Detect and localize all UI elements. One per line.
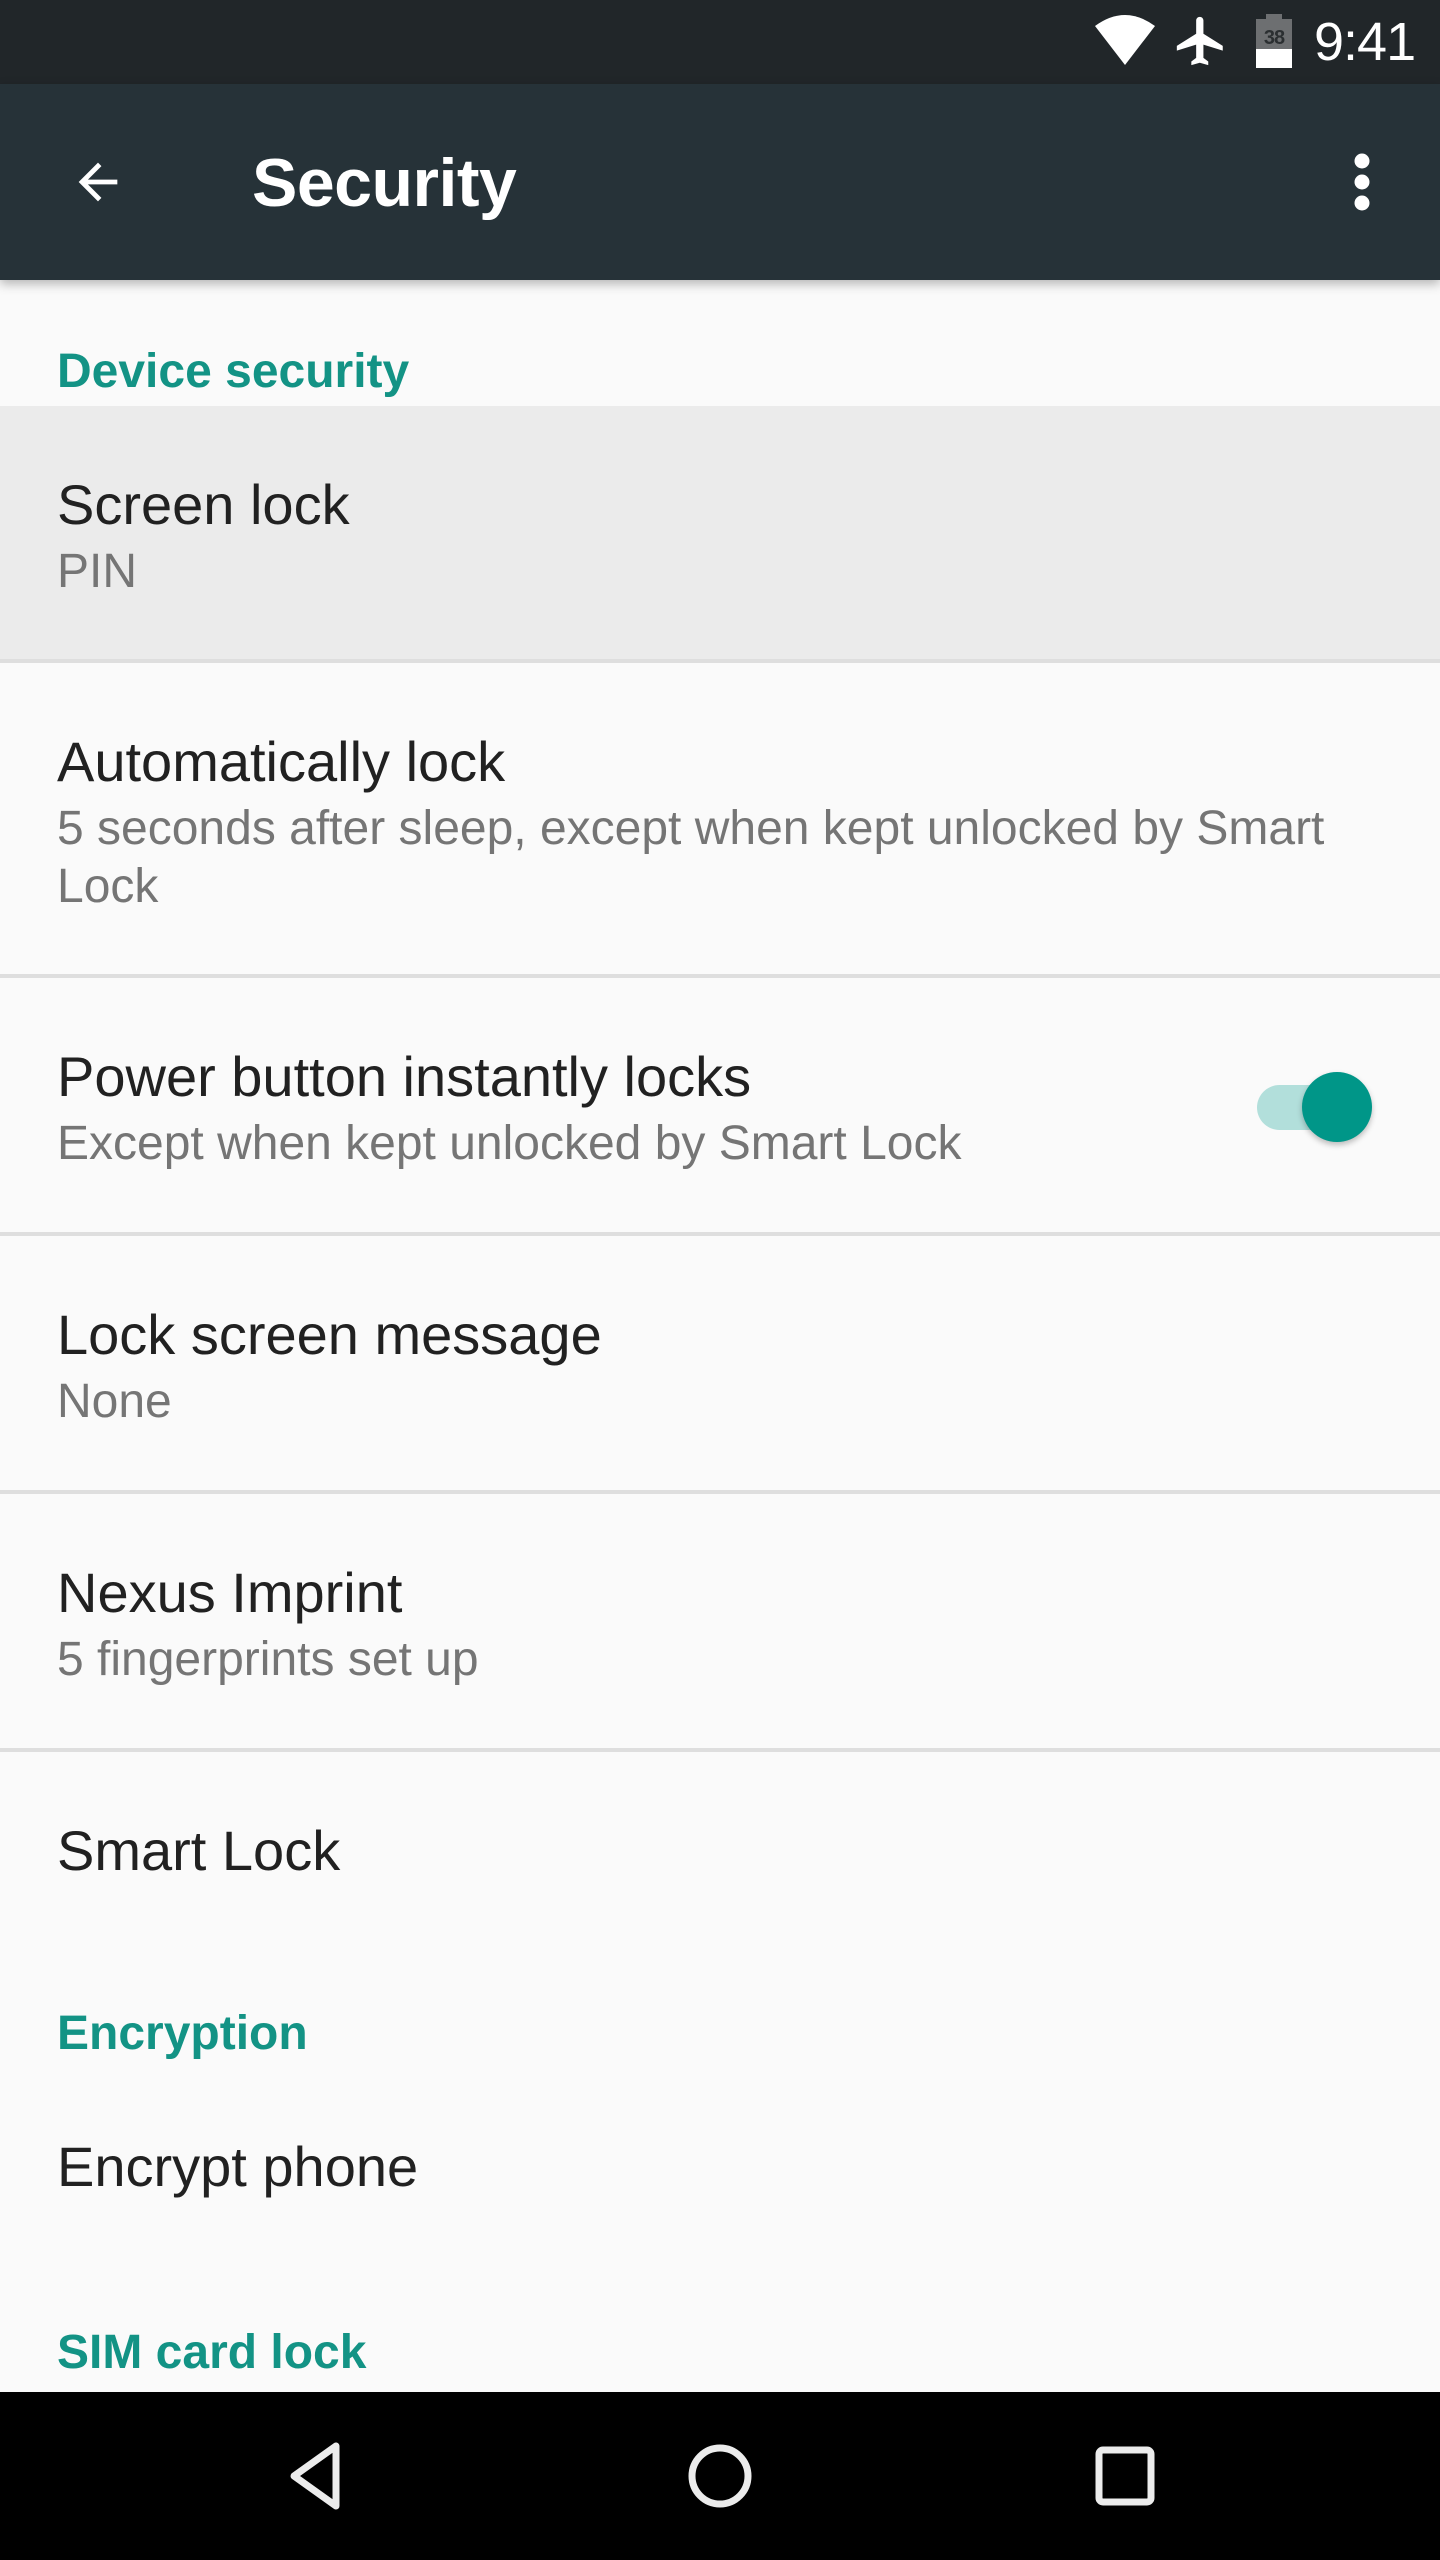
section-header-sim-card-lock: SIM card lock [57, 2326, 367, 2379]
status-clock: 9:41 [1314, 12, 1416, 72]
pref-title: Encrypt phone [57, 2135, 419, 2198]
pref-summary: None [57, 1375, 172, 1428]
nav-recents-button[interactable] [1045, 2416, 1205, 2536]
recents-icon [1095, 2446, 1155, 2506]
pref-smart-lock[interactable]: Smart Lock [0, 1752, 1440, 1938]
nav-back-button[interactable] [236, 2416, 396, 2536]
pref-title: Automatically lock [57, 730, 506, 793]
pref-title: Lock screen message [57, 1303, 602, 1366]
pref-automatically-lock[interactable]: Automatically lock 5 seconds after sleep… [0, 663, 1440, 976]
power-button-lock-toggle[interactable] [1250, 1068, 1380, 1144]
section-header-encryption: Encryption [57, 2007, 308, 2060]
page-title: Security [252, 145, 517, 221]
pref-summary: Except when kept unlocked by Smart Lock [57, 1117, 962, 1170]
back-icon [290, 2442, 340, 2510]
home-icon [688, 2444, 752, 2508]
wifi-icon [1095, 15, 1155, 65]
system-nav-bar [0, 2392, 1440, 2560]
security-settings-screen: 38 9:41 Security Device security Screen … [0, 0, 1440, 2560]
pref-power-button-instantly-locks[interactable]: Power button instantly locks Except when… [0, 978, 1440, 1234]
arrow-back-icon [78, 162, 118, 202]
pref-screen-lock[interactable]: Screen lock PIN [0, 406, 1440, 661]
nav-home-button[interactable] [640, 2416, 800, 2536]
status-bar: 38 9:41 [0, 0, 1440, 84]
pref-nexus-imprint[interactable]: Nexus Imprint 5 fingerprints set up [0, 1494, 1440, 1750]
airplane-mode-icon [1176, 16, 1223, 66]
pref-summary: 5 fingerprints set up [57, 1633, 479, 1686]
pref-title: Screen lock [57, 473, 350, 536]
pref-title: Nexus Imprint [57, 1561, 403, 1624]
pref-title: Power button instantly locks [57, 1045, 752, 1108]
settings-list[interactable]: Device security Screen lock PIN Automati… [0, 280, 1440, 2392]
pref-title: Smart Lock [57, 1819, 341, 1882]
pref-lock-screen-message[interactable]: Lock screen message None [0, 1236, 1440, 1492]
battery-icon: 38 [1256, 14, 1292, 68]
app-toolbar: Security [0, 84, 1440, 280]
section-header-device-security: Device security [57, 345, 410, 398]
pref-summary: PIN [57, 545, 138, 598]
switch-thumb [1302, 1072, 1372, 1142]
pref-encrypt-phone[interactable]: Encrypt phone [0, 2068, 1440, 2254]
overflow-menu-button[interactable] [1306, 126, 1418, 238]
back-button[interactable] [42, 126, 154, 238]
more-vert-icon [1354, 153, 1370, 211]
battery-level-text: 38 [1263, 27, 1285, 49]
pref-summary: 5 seconds after sleep, except when kept … [57, 802, 1325, 913]
